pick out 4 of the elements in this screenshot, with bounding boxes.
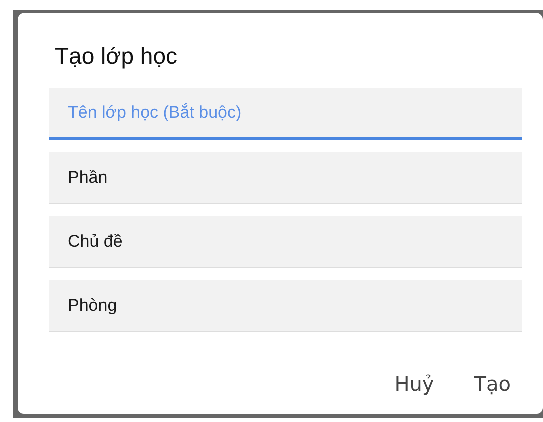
cancel-button[interactable]: Huỷ [388,368,440,400]
text-field[interactable]: Tên lớp học (Bắt buộc) [49,88,522,140]
dialog-title: Tạo lớp học [55,43,178,70]
create-button[interactable]: Tạo [468,368,517,400]
